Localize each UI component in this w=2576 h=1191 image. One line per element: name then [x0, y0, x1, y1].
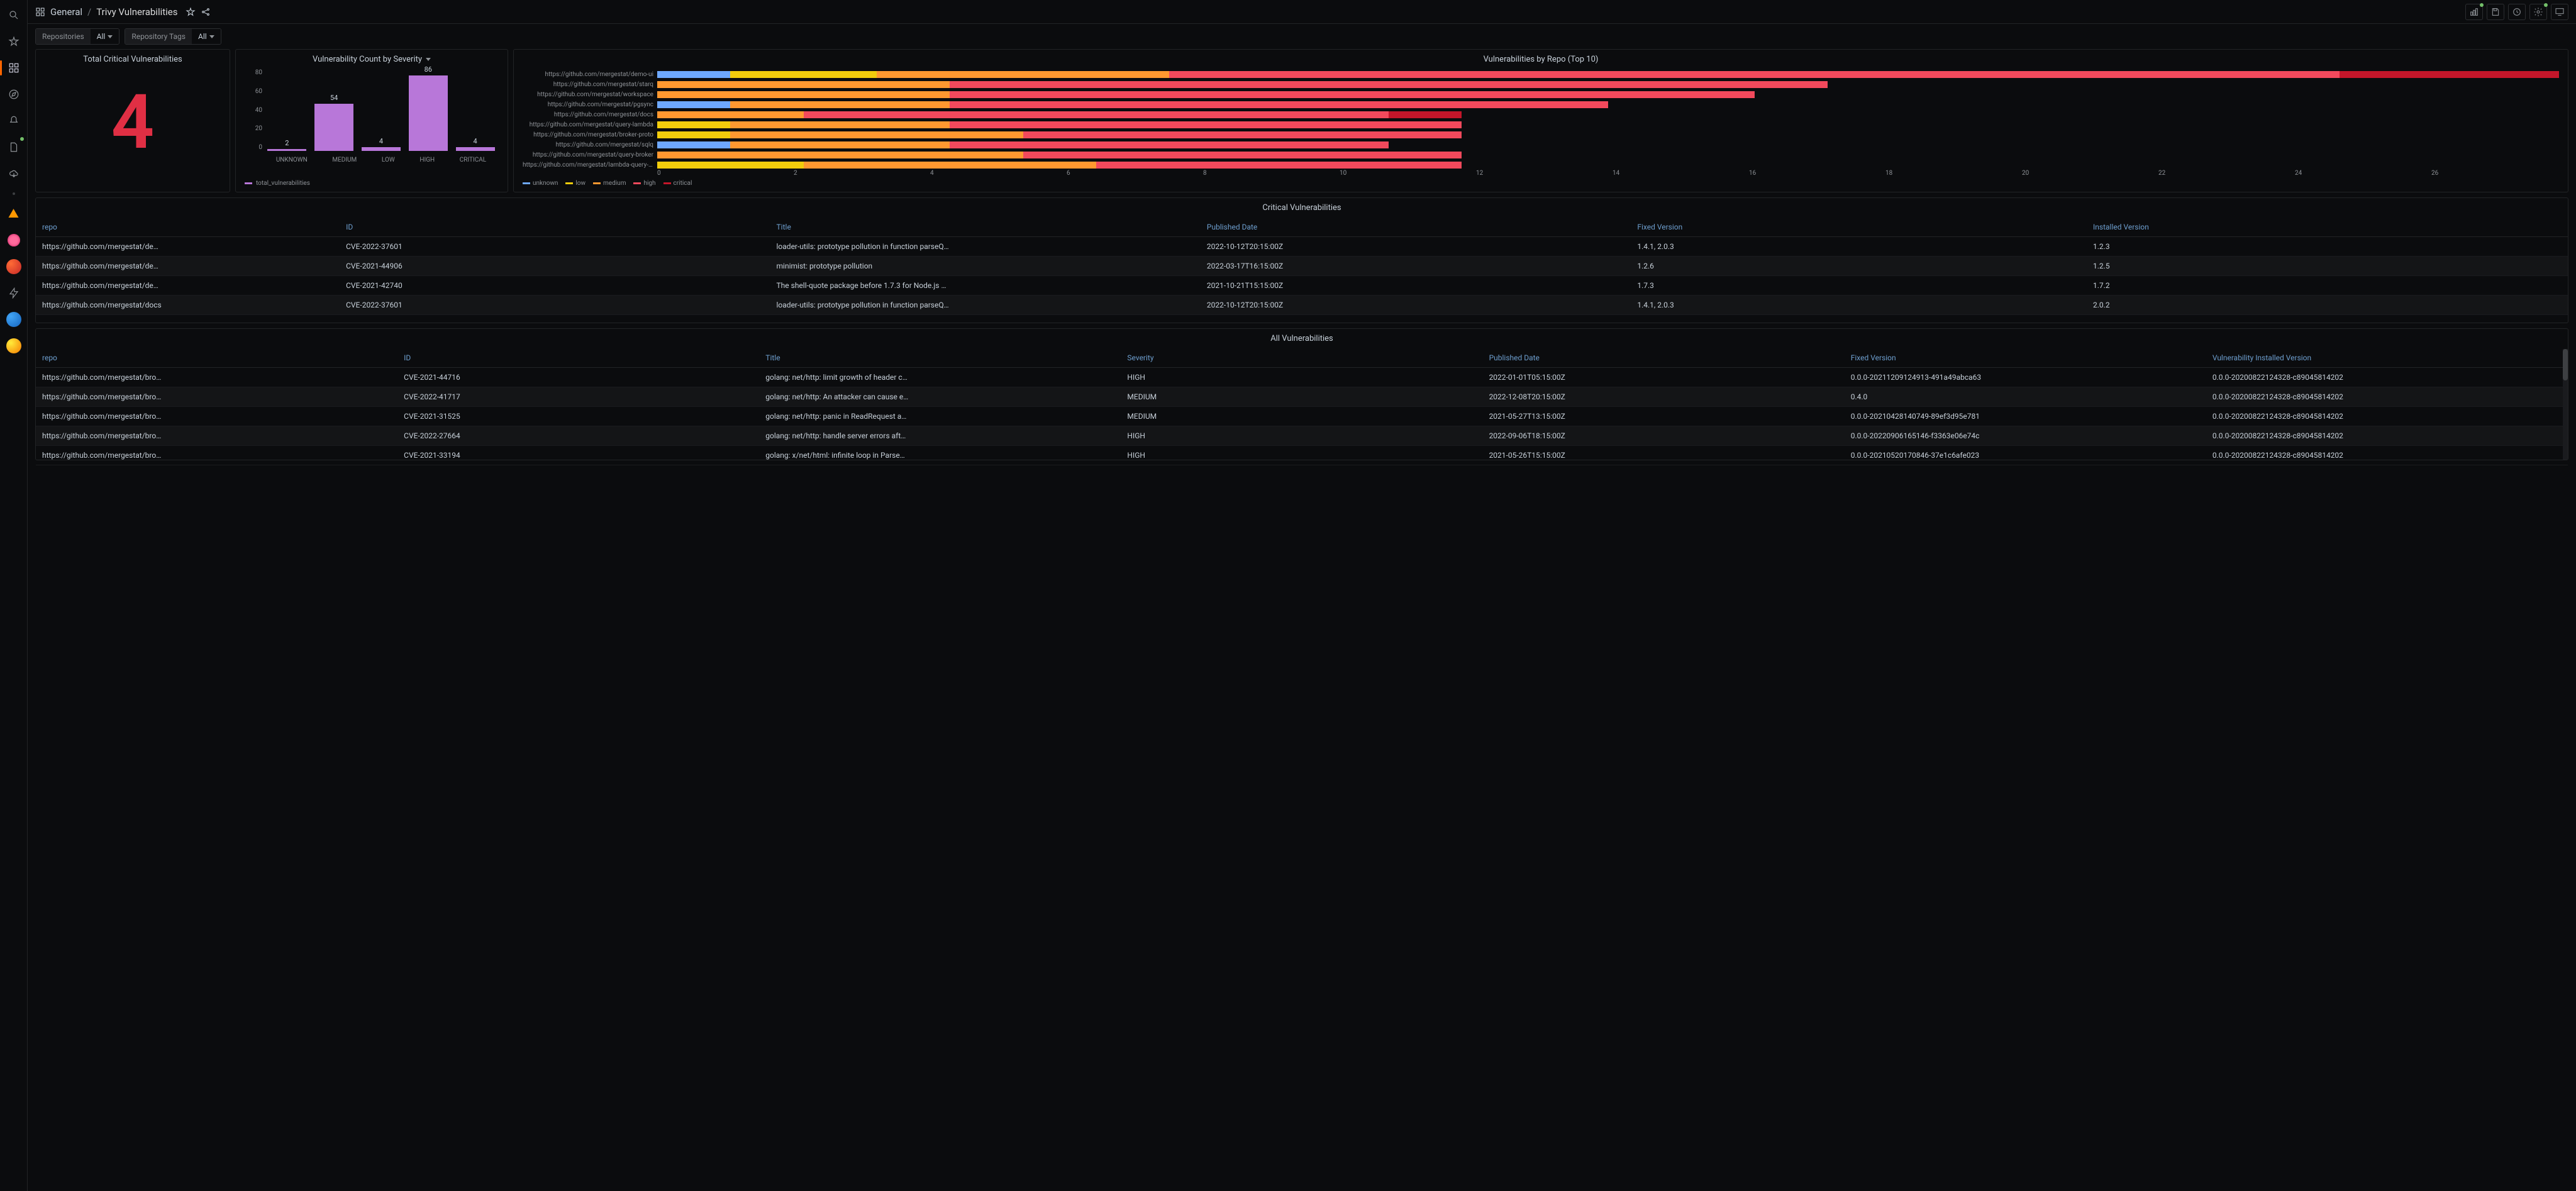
hbar-row[interactable]: [657, 131, 2559, 138]
chart-legend: total_vulnerabilities: [245, 180, 310, 187]
explore-icon[interactable]: [5, 86, 23, 103]
divider: [13, 192, 15, 195]
panel-critical-table: Critical Vulnerabilities repoIDTitlePubl…: [35, 197, 2568, 323]
table-row[interactable]: https://github.com/mergestat/bro…CVE-202…: [36, 407, 2568, 426]
column-header[interactable]: Title: [770, 218, 1201, 237]
column-header[interactable]: Severity: [1121, 348, 1482, 368]
hbar-row[interactable]: [657, 91, 2559, 98]
panel-title[interactable]: Vulnerability Count by Severity: [236, 50, 508, 69]
scrollbar[interactable]: [2563, 349, 2568, 460]
variable-value[interactable]: All: [91, 29, 119, 44]
org-yellow-icon[interactable]: [5, 337, 23, 355]
grid-icon[interactable]: [35, 7, 45, 17]
topbar: General / Trivy Vulnerabilities: [28, 0, 2576, 24]
brain-icon[interactable]: [5, 231, 23, 249]
variable-repositories: Repositories All: [35, 28, 119, 45]
bar-critical[interactable]: 4: [456, 147, 495, 151]
variable-value[interactable]: All: [192, 29, 221, 44]
column-header[interactable]: repo: [36, 218, 340, 237]
settings-button[interactable]: [2529, 4, 2547, 20]
table-row[interactable]: https://github.com/mergestat/bro…CVE-202…: [36, 446, 2568, 465]
column-header[interactable]: Published Date: [1483, 348, 1845, 368]
bar-unknown[interactable]: 2: [267, 149, 306, 151]
column-header[interactable]: Title: [759, 348, 1121, 368]
column-header[interactable]: Fixed Version: [1631, 218, 2087, 237]
panel-total-critical: Total Critical Vulnerabilities 4: [35, 49, 230, 192]
panel-title[interactable]: Critical Vulnerabilities: [36, 198, 2568, 218]
panel-title[interactable]: Vulnerabilities by Repo (Top 10): [514, 50, 2568, 69]
column-header[interactable]: Vulnerability Installed Version: [2206, 348, 2568, 368]
column-header[interactable]: ID: [397, 348, 759, 368]
breadcrumb-folder[interactable]: General: [50, 6, 82, 18]
chevron-down-icon: [209, 35, 214, 38]
table-row[interactable]: https://github.com/mergestat/de…CVE-2021…: [36, 257, 2568, 276]
table-row[interactable]: https://github.com/mergestat/docsCVE-202…: [36, 296, 2568, 315]
file-icon[interactable]: [5, 138, 23, 156]
hbar-row[interactable]: [657, 71, 2559, 78]
star-icon[interactable]: [5, 33, 23, 50]
stat-value: 4: [36, 69, 230, 176]
favorite-star-icon[interactable]: [186, 7, 196, 17]
bar-high[interactable]: 86: [409, 75, 448, 151]
hbar-label: https://github.com/mergestat/pgsync: [523, 101, 653, 108]
column-header[interactable]: Installed Version: [2087, 218, 2568, 237]
hbar-row[interactable]: [657, 121, 2559, 128]
table-row[interactable]: https://github.com/mergestat/bro…CVE-202…: [36, 368, 2568, 387]
hbar-row[interactable]: [657, 162, 2559, 169]
hbar-row[interactable]: [657, 111, 2559, 118]
table-row[interactable]: https://github.com/mergestat/de…CVE-2022…: [36, 237, 2568, 257]
hbar-label: https://github.com/mergestat/docs: [523, 111, 653, 118]
hbar-label: https://github.com/mergestat/demo-ui: [523, 71, 653, 78]
breadcrumb-sep: /: [87, 6, 91, 18]
chart-legend: unknownlowmediumhighcritical: [523, 180, 692, 187]
hbar-row[interactable]: [657, 81, 2559, 88]
cloud-download-icon[interactable]: [5, 165, 23, 182]
hbar-label: https://github.com/mergestat/broker-prot…: [523, 131, 653, 138]
panel-severity-bar: Vulnerability Count by Severity 80604020…: [235, 49, 508, 192]
panel-all-table: All Vulnerabilities repoIDTitleSeverityP…: [35, 328, 2568, 460]
hbar-label: https://github.com/mergestat/starq: [523, 81, 653, 88]
variable-bar: Repositories All Repository Tags All: [28, 24, 2576, 49]
bolt-icon[interactable]: [5, 284, 23, 302]
chevron-down-icon: [108, 35, 113, 38]
column-header[interactable]: ID: [340, 218, 770, 237]
dashboards-icon[interactable]: [5, 59, 23, 77]
history-button[interactable]: [2508, 4, 2526, 20]
panel-title[interactable]: All Vulnerabilities: [36, 329, 2568, 348]
monitor-button[interactable]: [2551, 4, 2568, 20]
bar-low[interactable]: 4: [362, 147, 401, 151]
search-icon[interactable]: [5, 6, 23, 24]
chevron-down-icon: [426, 58, 431, 61]
share-icon[interactable]: [201, 7, 211, 17]
save-button[interactable]: [2487, 4, 2504, 20]
org-red-icon[interactable]: [5, 258, 23, 275]
variable-repository-tags: Repository Tags All: [125, 28, 221, 45]
column-header[interactable]: Published Date: [1201, 218, 1631, 237]
org-blue-icon[interactable]: [5, 311, 23, 328]
variable-label: Repository Tags: [125, 29, 192, 44]
hbar-row[interactable]: [657, 152, 2559, 158]
breadcrumb-title[interactable]: Trivy Vulnerabilities: [96, 6, 177, 18]
hbar-label: https://github.com/mergestat/lambda-quer…: [523, 162, 653, 169]
alerting-icon[interactable]: [5, 112, 23, 130]
table-row[interactable]: https://github.com/mergestat/de…CVE-2021…: [36, 276, 2568, 296]
hbar-label: https://github.com/mergestat/query-broke…: [523, 152, 653, 158]
hbar-label: https://github.com/mergestat/query-lambd…: [523, 121, 653, 128]
alert-light-icon[interactable]: [5, 205, 23, 223]
panel-repo-hbar: Vulnerabilities by Repo (Top 10) https:/…: [513, 49, 2568, 192]
hbar-row[interactable]: [657, 141, 2559, 148]
nav-sidebar: [0, 0, 28, 1191]
column-header[interactable]: repo: [36, 348, 397, 368]
table-row[interactable]: https://github.com/mergestat/bro…CVE-202…: [36, 387, 2568, 407]
add-panel-button[interactable]: [2465, 4, 2483, 20]
bar-medium[interactable]: 54: [314, 104, 353, 151]
table-row[interactable]: https://github.com/mergestat/bro…CVE-202…: [36, 426, 2568, 446]
hbar-label: https://github.com/mergestat/sqlq: [523, 141, 653, 148]
column-header[interactable]: Fixed Version: [1845, 348, 2206, 368]
hbar-label: https://github.com/mergestat/workspace: [523, 91, 653, 98]
hbar-row[interactable]: [657, 101, 2559, 108]
panel-title[interactable]: Total Critical Vulnerabilities: [36, 50, 230, 69]
variable-label: Repositories: [36, 29, 91, 44]
